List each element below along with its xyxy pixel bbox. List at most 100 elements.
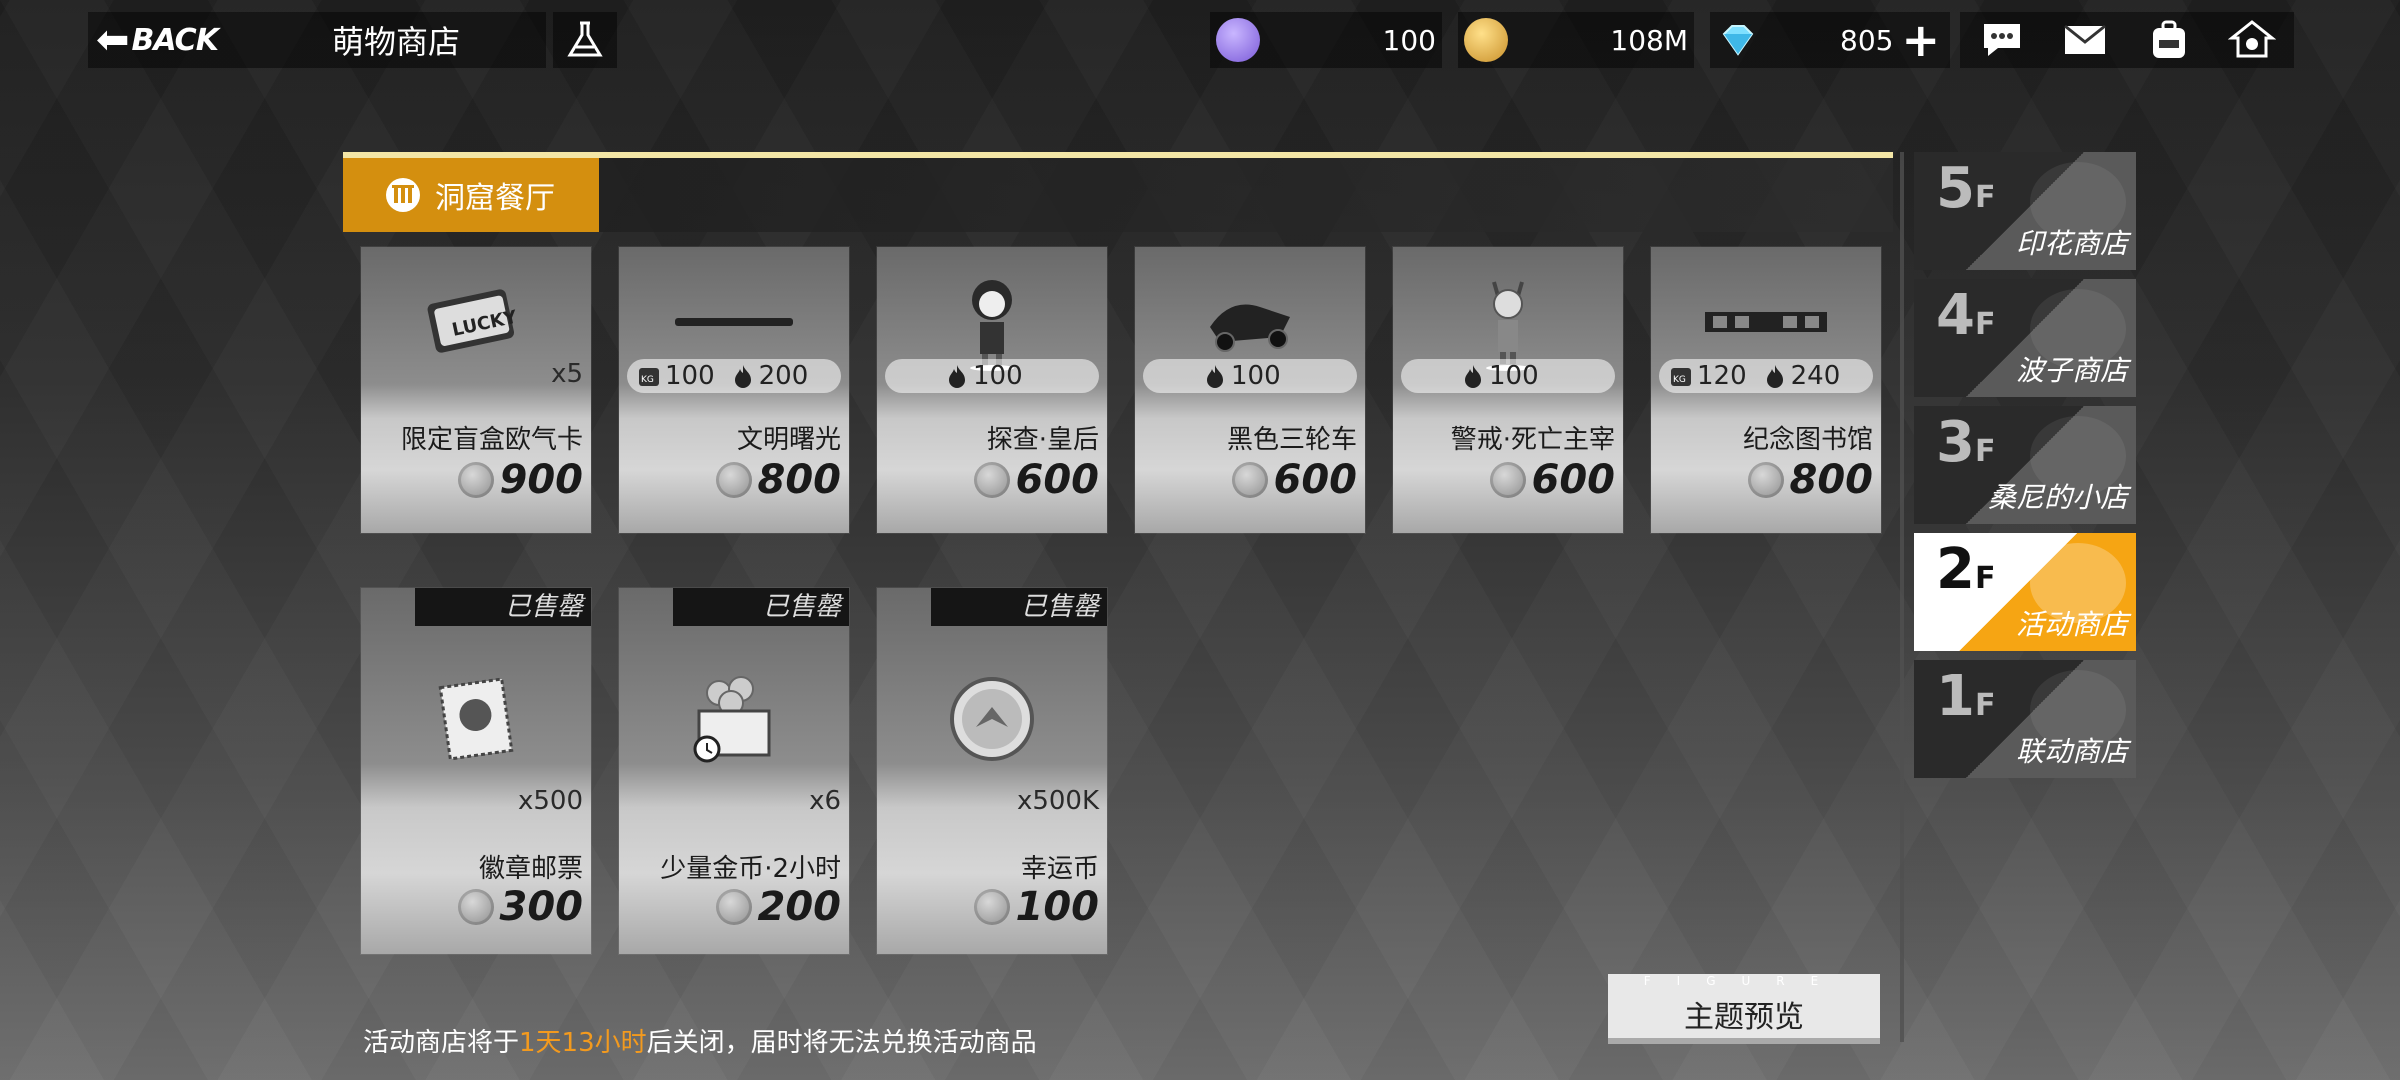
crystal-icon xyxy=(1216,18,1260,62)
lucky-coin-icon xyxy=(950,677,1034,761)
price-value: 800 xyxy=(757,457,842,503)
item-stats: 100 xyxy=(1401,359,1615,393)
preview-label: 主题预览 xyxy=(1684,1000,1804,1035)
svg-text:KG: KG xyxy=(641,375,654,385)
chat-icon[interactable] xyxy=(1978,18,2026,62)
item-name: 探查·皇后 xyxy=(986,425,1099,455)
restaurant-icon xyxy=(383,175,423,215)
system-icons xyxy=(1960,12,2294,68)
shop-item-card[interactable]: 100 黑色三轮车 600 xyxy=(1135,247,1365,533)
stick-icon xyxy=(675,318,793,326)
lucky-card-icon: LUCKY xyxy=(427,289,520,353)
sold-out-badge: 已售罄 xyxy=(415,588,591,626)
shop-item-card[interactable]: KG 100 200 文明曙光 800 xyxy=(619,247,849,533)
shop-item-card[interactable]: KG 120 240 纪念图书馆 800 xyxy=(1651,247,1881,533)
floor-name: 联动商店 xyxy=(2015,735,2128,768)
coin-icon xyxy=(1489,462,1526,498)
item-name: 幸运币 xyxy=(1020,854,1099,884)
price-value: 600 xyxy=(1015,457,1100,503)
backpack-icon[interactable] xyxy=(2145,18,2193,62)
item-price: 600 xyxy=(973,457,1100,503)
currency-diamond-value: 805 xyxy=(1840,23,1894,57)
floor-tab-5f[interactable]: 5F 印花商店 xyxy=(1914,152,2136,270)
item-price: 800 xyxy=(1747,457,1873,503)
mail-icon[interactable] xyxy=(2061,18,2109,62)
notice-suffix: 后关闭，届时将无法兑换活动商品 xyxy=(646,1028,1037,1058)
weight-icon: KG xyxy=(639,368,659,386)
sold-out-badge: 已售罄 xyxy=(931,588,1107,626)
item-image xyxy=(877,644,1107,794)
floor-number: 2F xyxy=(1936,537,1996,602)
info-button[interactable] xyxy=(553,12,617,68)
floor-tab-3f[interactable]: 3F 桑尼的小店 xyxy=(1914,406,2136,524)
theme-preview-button[interactable]: FIGURE 主题预览 xyxy=(1608,974,1880,1044)
coin-box-icon xyxy=(693,676,771,763)
shop-item-card[interactable]: 100 探查·皇后 600 xyxy=(877,247,1107,533)
item-name: 纪念图书馆 xyxy=(1742,425,1873,455)
item-image xyxy=(361,644,591,794)
notice-prefix: 活动商店将于 xyxy=(363,1028,520,1058)
diamond-icon xyxy=(1722,25,1754,56)
item-price: 300 xyxy=(457,884,583,930)
shop-item-card-sold-out[interactable]: 已售罄 x6 少量金币·2小时 200 xyxy=(619,588,849,954)
floor-tab-2f[interactable]: 2F 活动商店 xyxy=(1914,533,2136,651)
item-price: 600 xyxy=(1231,457,1358,503)
coin-icon xyxy=(457,462,494,498)
currency-gold: 108M xyxy=(1458,12,1694,68)
item-stats: KG 100 200 xyxy=(627,359,841,393)
shop-item-card-sold-out[interactable]: 已售罄 x500 徽章邮票 300 xyxy=(361,588,591,954)
stat-value: 100 xyxy=(665,361,715,391)
item-name: 限定盲盒欧气卡 xyxy=(400,425,583,455)
gold-coin-icon xyxy=(1464,18,1508,62)
price-value: 600 xyxy=(1531,457,1616,503)
home-icon[interactable] xyxy=(2228,18,2277,62)
item-qty: x500K xyxy=(1016,786,1099,816)
item-name: 少量金币·2小时 xyxy=(660,854,841,884)
shop-item-card-sold-out[interactable]: 已售罄 x500K 幸运币 100 xyxy=(877,588,1107,954)
weight-icon: KG xyxy=(1671,368,1691,386)
item-price: 900 xyxy=(457,457,584,503)
flask-icon xyxy=(567,21,603,57)
shop-close-notice: 活动商店将于1天13小时后关闭，届时将无法兑换活动商品 xyxy=(363,1022,1037,1059)
shop-item-card[interactable]: 100 警戒·死亡主宰 600 xyxy=(1393,247,1623,533)
floor-number: 5F xyxy=(1936,156,1996,221)
back-button[interactable]: ⬅ BACK xyxy=(88,12,256,68)
item-price: 200 xyxy=(715,884,841,930)
currency-crystal: 100 xyxy=(1210,12,1442,68)
tricycle-icon xyxy=(1210,304,1290,352)
shop-item-card[interactable]: LUCKY x5 限定盲盒欧气卡 900 xyxy=(361,247,591,533)
sold-out-badge: 已售罄 xyxy=(673,588,849,626)
item-image xyxy=(619,644,849,794)
floor-tab-1f[interactable]: 1F 联动商店 xyxy=(1914,660,2136,778)
item-qty: x500 xyxy=(517,786,583,816)
item-stats: 100 xyxy=(885,359,1099,393)
library-icon xyxy=(1705,312,1827,332)
flame-icon xyxy=(1766,365,1783,388)
stamp-icon xyxy=(438,677,514,761)
currency-gold-value: 108M xyxy=(1610,23,1688,57)
floor-tab-4f[interactable]: 4F 波子商店 xyxy=(1914,279,2136,397)
add-diamond-button[interactable]: + xyxy=(1901,17,1940,63)
price-value: 900 xyxy=(499,457,584,503)
floor-name: 桑尼的小店 xyxy=(1987,481,2128,514)
stat-value: 120 xyxy=(1697,361,1747,391)
stat-value: 200 xyxy=(758,361,809,391)
flame-icon xyxy=(1207,365,1223,388)
flame-icon xyxy=(734,365,751,388)
coin-icon xyxy=(715,462,752,498)
coin-icon xyxy=(715,889,752,925)
coin-icon xyxy=(973,462,1010,498)
floor-number: 4F xyxy=(1936,283,1996,348)
item-name: 警戒·死亡主宰 xyxy=(1450,425,1615,455)
item-name: 黑色三轮车 xyxy=(1226,425,1357,455)
item-name: 徽章邮票 xyxy=(478,854,583,884)
floor-number: 1F xyxy=(1936,664,1996,729)
stat-value: 100 xyxy=(973,361,1023,391)
floor-name: 印花商店 xyxy=(2015,227,2128,260)
coin-icon xyxy=(973,889,1010,925)
page-title-text: 萌物商店 xyxy=(332,23,461,61)
svg-text:KG: KG xyxy=(1673,375,1686,385)
coin-icon xyxy=(457,889,494,925)
price-value: 600 xyxy=(1273,457,1358,503)
category-tab-cave-restaurant[interactable]: 洞窟餐厅 xyxy=(343,158,599,232)
